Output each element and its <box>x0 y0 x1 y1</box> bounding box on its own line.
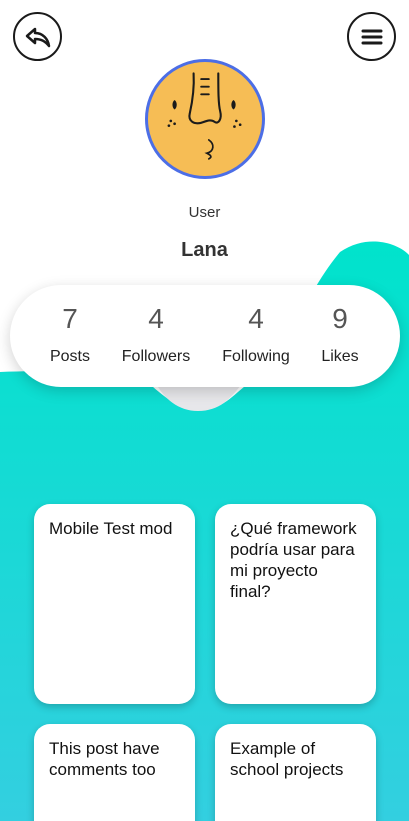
stat-value: 9 <box>332 303 348 334</box>
post-card[interactable]: This post have comments too <box>34 724 195 821</box>
back-arrow-icon <box>25 27 50 47</box>
stat-value: 7 <box>62 303 78 334</box>
avatar-face-icon <box>167 72 242 160</box>
stat-value: 4 <box>148 303 164 334</box>
stat-posts[interactable]: 7 Posts <box>30 285 110 387</box>
profile-name: Lana <box>181 239 228 261</box>
avatar <box>145 59 265 179</box>
stat-value: 4 <box>248 303 264 334</box>
stat-label: Likes <box>321 348 359 365</box>
stat-label: Following <box>222 348 290 365</box>
stat-label: Followers <box>121 348 191 365</box>
stat-following[interactable]: 4 Following <box>216 285 296 387</box>
profile-role: User <box>188 204 221 221</box>
post-title: Example of school projects <box>230 739 344 779</box>
post-card[interactable]: ¿Qué framework podría usar para mi proye… <box>215 504 376 704</box>
hamburger-menu-icon <box>361 29 382 44</box>
post-card[interactable]: Mobile Test mod <box>34 504 195 704</box>
stats-card: 7 Posts 4 Followers 4 Following 9 Likes <box>10 285 400 387</box>
back-button[interactable] <box>13 12 62 61</box>
post-card[interactable]: Example of school projects <box>215 724 376 821</box>
menu-button[interactable] <box>347 12 396 61</box>
stat-followers[interactable]: 4 Followers <box>116 285 196 387</box>
post-title: This post have comments too <box>49 739 160 779</box>
post-title: ¿Qué framework podría usar para mi proye… <box>230 519 357 601</box>
stat-label: Posts <box>49 348 90 365</box>
stat-likes[interactable]: 9 Likes <box>310 285 370 387</box>
post-title: Mobile Test mod <box>49 519 173 538</box>
